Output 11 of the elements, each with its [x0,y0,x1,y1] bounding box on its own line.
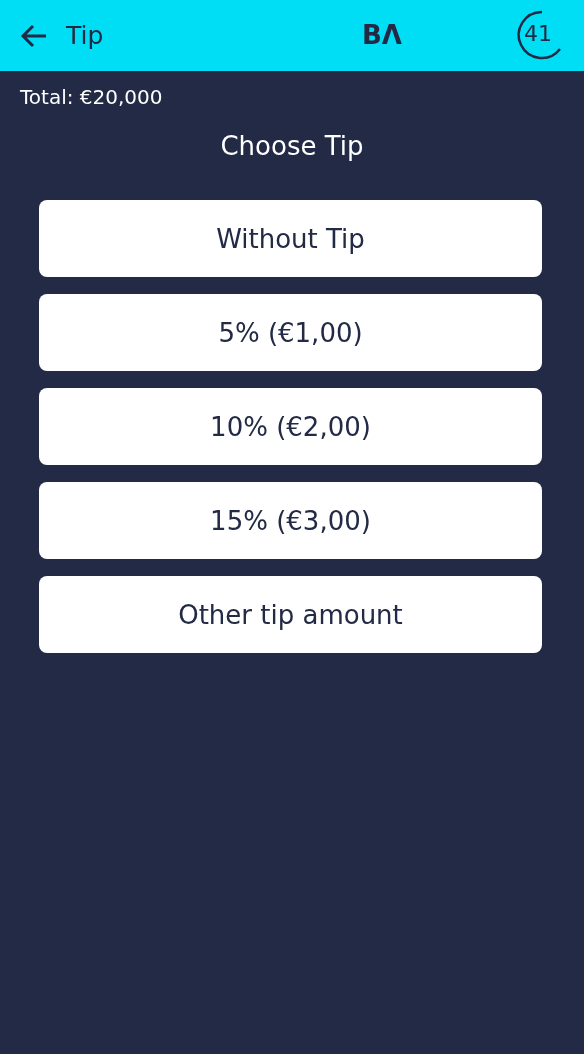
back-arrow-icon[interactable] [20,23,48,48]
countdown-timer: 41 [512,9,564,61]
total-amount: Total: €20,000 [19,84,164,109]
tip-option-button[interactable]: 5% (€1,00) [39,294,542,371]
tip-option-button[interactable]: Without Tip [39,200,542,277]
section-heading: Choose Tip [219,131,365,161]
logo: BΛ [362,20,402,50]
tip-option-button[interactable]: 15% (€3,00) [39,482,542,559]
tip-option-button[interactable]: 10% (€2,00) [39,388,542,465]
tip-option-button[interactable]: Other tip amount [39,576,542,653]
screen-title: Tip [66,21,104,50]
